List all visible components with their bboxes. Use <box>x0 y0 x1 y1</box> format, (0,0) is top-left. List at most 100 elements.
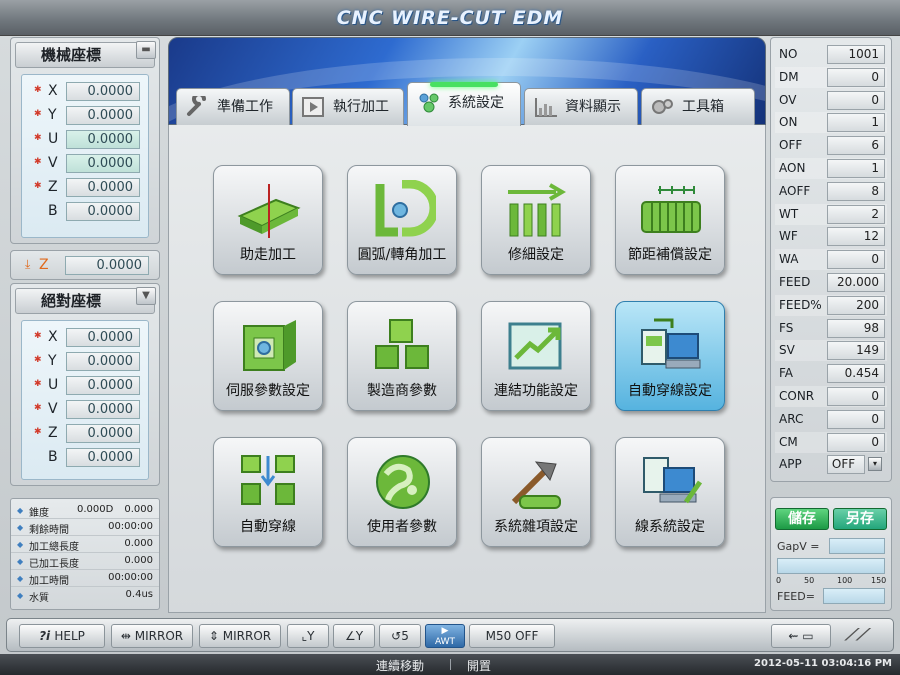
mirror-vertical-button[interactable]: ⇹ MIRROR <box>111 624 193 648</box>
trim-settings-icon <box>508 183 566 237</box>
param-label: AON <box>779 161 806 175</box>
tile-servo-parameter[interactable]: 伺服參數設定 <box>213 301 323 411</box>
machine-coords-title: 機械座標 <box>15 42 155 68</box>
parameter-panel: NO 1001 DM 0 OV 0 ON 1 OFF 6 AON 1 AOFF 8 WT 2 WF 12 WA 0 FE… <box>770 37 892 482</box>
axis-swap-xy-button[interactable]: ⌞Y <box>287 624 329 648</box>
axis-label: X <box>48 83 58 99</box>
coord-row-z: ✱ Z 0.0000 <box>22 177 148 199</box>
collapse-button[interactable]: ▼ <box>136 287 156 305</box>
tile-pitch-compensation[interactable]: 節距補償設定 <box>615 165 725 275</box>
tab-label: 系統設定 <box>448 95 504 111</box>
mirror-label: MIRROR <box>222 629 272 643</box>
z-arrow-icon: ⤓ <box>25 257 31 271</box>
param-value: 12 <box>827 227 885 247</box>
axis-label: V <box>48 401 58 417</box>
star-icon: ✱ <box>34 331 42 341</box>
toolbox-icon <box>652 99 673 114</box>
help-label: HELP <box>54 629 85 643</box>
tile-wire-system[interactable]: 線系統設定 <box>615 437 725 547</box>
coord-value: 0.0000 <box>66 202 140 221</box>
manufacturer-parameter-icon <box>375 319 429 369</box>
tile-arc-corner[interactable]: 圓弧/轉角加工 <box>347 165 457 275</box>
param-value: 2 <box>827 204 885 224</box>
axis-rotate-icon: ∠Y <box>344 629 364 643</box>
param-label: FEED <box>779 275 811 289</box>
param-row-wt: WT 2 <box>775 203 887 225</box>
tab-prepare[interactable]: 準備工作 <box>176 88 290 125</box>
axis-swap-icon: ⌞Y <box>301 629 315 643</box>
param-row-feed: FEED 20.000 <box>775 272 887 293</box>
rotate-icon: ↺5 <box>391 629 409 643</box>
coord-value: 0.0000 <box>66 154 140 173</box>
gapv-label: GapV = <box>777 540 820 553</box>
coord-row-b: B 0.0000 <box>22 447 148 469</box>
tile-auto-threading[interactable]: 自動穿線 <box>213 437 323 547</box>
param-value: 0 <box>827 90 885 110</box>
param-label: OFF <box>779 138 803 153</box>
logo-icon: ⟋⟋ <box>845 625 868 644</box>
gap-scale-150: 150 <box>871 576 887 585</box>
tile-link-function[interactable]: 連結功能設定 <box>481 301 591 411</box>
link-function-icon <box>508 322 562 370</box>
param-row-wf: WF 12 <box>775 226 887 247</box>
help-button[interactable]: ?i HELP <box>19 624 105 648</box>
app-dropdown-icon[interactable]: ▾ <box>868 457 882 472</box>
param-label: AOFF <box>779 183 811 198</box>
star-icon: ✱ <box>34 379 42 389</box>
axis-label: Y <box>48 353 57 369</box>
axis-rotate-button[interactable]: ∠Y <box>333 624 375 648</box>
awt-button[interactable]: ▶ AWT <box>425 624 465 648</box>
data-display-icon <box>535 98 557 117</box>
gap-scale-100: 100 <box>837 576 853 585</box>
star-icon: ✱ <box>34 109 42 119</box>
save-as-button[interactable]: 另存 <box>833 508 887 530</box>
tab-toolbox[interactable]: 工具箱 <box>641 88 755 125</box>
coord-row-y: ✱ Y 0.0000 <box>22 351 148 373</box>
tile-system-misc[interactable]: 系統雜項設定 <box>481 437 591 547</box>
save-button[interactable]: 儲存 <box>775 508 829 530</box>
footer-separator <box>450 659 451 670</box>
status-value: 0.000 <box>124 504 153 515</box>
mirror-horizontal-button[interactable]: ⇕ MIRROR <box>199 624 281 648</box>
coord-row-y: ✱ Y 0.0000 <box>22 105 148 127</box>
axis-label: B <box>48 203 58 219</box>
play-icon <box>302 97 324 117</box>
param-value[interactable]: OFF <box>827 455 865 475</box>
param-label: NO <box>779 47 798 61</box>
usb-button[interactable]: ⇜ ▭ <box>771 624 831 648</box>
tile-auto-threading-settings[interactable]: 自動穿線設定 <box>615 301 725 411</box>
tab-system-settings[interactable]: 系統設定 <box>407 82 521 126</box>
tile-user-parameter[interactable]: 使用者參數 <box>347 437 457 547</box>
tile-approach-machining[interactable]: 助走加工 <box>213 165 323 275</box>
tab-data-display[interactable]: 資料顯示 <box>524 88 638 125</box>
status-value: 0.000 <box>124 555 153 566</box>
tile-manufacturer-parameter[interactable]: 製造商參數 <box>347 301 457 411</box>
status-row: ◆ 錐度 0.000D 0.000 <box>11 502 159 519</box>
app-title: CNC WIRE-CUT EDM <box>336 7 564 29</box>
status-label: 剩餘時間 <box>29 525 69 536</box>
wire-system-icon <box>643 457 703 504</box>
tab-execute[interactable]: 執行加工 <box>292 88 404 125</box>
param-row-fs: FS 98 <box>775 318 887 339</box>
param-label: CM <box>779 434 798 449</box>
collapse-button[interactable]: ▬ <box>136 41 156 59</box>
gap-scale-50: 50 <box>804 576 815 585</box>
m50-button[interactable]: M50 OFF <box>469 624 555 648</box>
servo-parameter-icon <box>243 320 296 371</box>
z-value: 0.0000 <box>65 256 149 275</box>
coord-value: 0.0000 <box>66 448 140 467</box>
bullet-icon: ◆ <box>17 523 24 532</box>
param-row-dm: DM 0 <box>775 66 887 88</box>
param-row-app: APP OFF ▾ <box>775 454 887 475</box>
param-row-aon: AON 1 <box>775 158 887 179</box>
param-label: APP <box>779 457 802 472</box>
rotate-button[interactable]: ↺5 <box>379 624 421 648</box>
status-row: ◆ 剩餘時間 00:00:00 <box>11 519 159 536</box>
gap-scale-0: 0 <box>776 576 782 585</box>
auto-threading-settings-icon <box>641 318 701 369</box>
coord-value: 0.0000 <box>66 178 140 197</box>
app-window: CNC WIRE-CUT EDM 機械座標 ▬ ✱ X 0.0000 ✱ Y 0.000… <box>0 0 900 675</box>
arc-corner-icon <box>375 180 436 237</box>
feed-label: FEED= <box>777 590 815 603</box>
tile-trim-settings[interactable]: 修細設定 <box>481 165 591 275</box>
